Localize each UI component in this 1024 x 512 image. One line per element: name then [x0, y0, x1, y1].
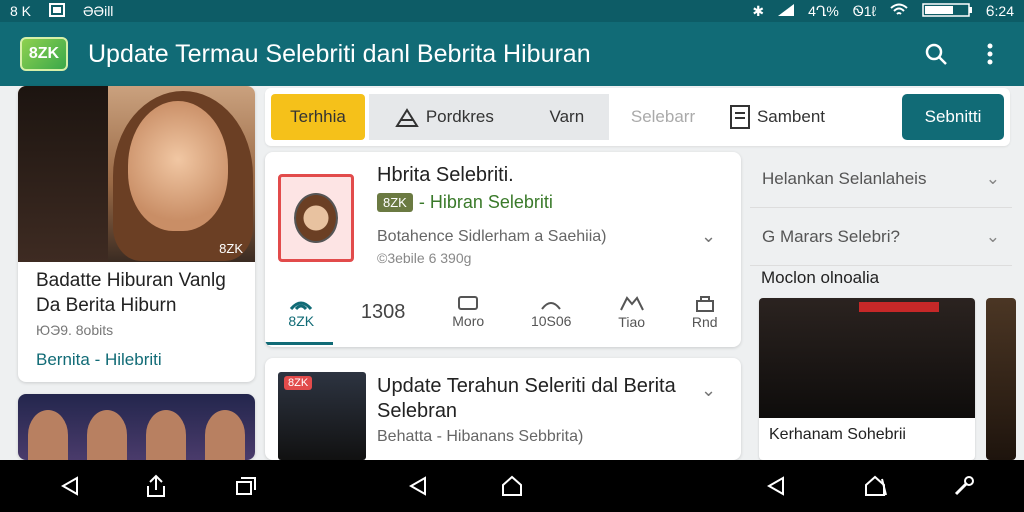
- arc-icon: [541, 302, 562, 310]
- article-meta: ©3ebile 6 390g: [377, 250, 472, 266]
- back-icon-2[interactable]: [406, 474, 430, 498]
- clock: Ꮾ:24: [986, 2, 1014, 19]
- side-row-1[interactable]: Helankan Selanlaheis ⌄: [750, 150, 1012, 208]
- action-moro[interactable]: Moro: [452, 295, 484, 329]
- side-media-caption: Kerhanam Sohebrii: [769, 426, 906, 443]
- app-bar: 8ZK Update Termau Selebriti danl Bebrita…: [0, 22, 1024, 86]
- article-thumbnail: 8ZK: [278, 372, 366, 460]
- secondary-article-card[interactable]: [18, 394, 255, 460]
- podium-icon: [395, 108, 419, 127]
- tab-label: Sambent: [756, 107, 826, 126]
- wrench-icon[interactable]: [952, 474, 976, 498]
- action-signal[interactable]: 8ZK: [288, 295, 314, 329]
- document-icon: [729, 105, 750, 129]
- signal-icon: [290, 301, 313, 311]
- action-10s06[interactable]: 10S06: [531, 295, 571, 329]
- tab-label: Selebarr: [630, 107, 696, 126]
- back-icon[interactable]: [58, 474, 82, 498]
- article-card-2[interactable]: 8ZK Update Terahun Seleriti dal Berita S…: [265, 358, 741, 460]
- more-options-icon[interactable]: [976, 40, 1004, 68]
- featured-headline: Badatte Hiburan Vanlg Da Berita Hiburn: [36, 270, 226, 316]
- battery-icon: [922, 2, 973, 20]
- battery-percent: 4Ղ%: [808, 2, 839, 19]
- action-label: Rnd: [691, 314, 718, 330]
- tab-terhhia[interactable]: Terhhia: [271, 94, 365, 140]
- action-label: Tiao: [618, 314, 646, 330]
- home-icon[interactable]: [500, 474, 524, 498]
- action-label: 10S06: [530, 313, 572, 329]
- app-title: Update Termau Selebriti danl Bebrita Hib…: [88, 39, 591, 68]
- status-bar: 8 K ƏƏill ✱ 4Ղ% Ꮻ1ℓ Ꮾ:24: [0, 0, 1024, 22]
- active-indicator: [265, 342, 333, 345]
- tab-selebarr[interactable]: Selebarr: [613, 94, 713, 140]
- side-heading: Moclon olnoalia: [761, 268, 880, 287]
- featured-source: Bernita - Hilebriti: [36, 350, 162, 369]
- article-card-1[interactable]: Hbrita Selebriti. 8ZK - Hibran Selebriti…: [265, 152, 741, 347]
- status-misc: Ꮻ1ℓ: [852, 2, 877, 19]
- tab-varn[interactable]: Varn: [550, 107, 585, 127]
- search-icon[interactable]: [922, 40, 950, 68]
- photo-tag: 8ZK: [219, 241, 243, 256]
- chevron-down-icon[interactable]: ⌄: [701, 380, 716, 401]
- chevron-down-icon: ⌄: [985, 226, 1000, 246]
- side-media-photo: [759, 298, 975, 418]
- thumbnail-chip: 8ZK: [284, 376, 313, 390]
- featured-meta: ЮЭ9. 8obits: [36, 322, 114, 338]
- chevron-down-icon: ⌄: [985, 168, 1000, 188]
- side-media-card-partial[interactable]: [986, 298, 1016, 460]
- source-badge: 8ZK: [377, 193, 413, 212]
- category-tabs: Terhhia Pordkres Varn Selebarr Sambent S…: [265, 88, 1010, 146]
- tab-label: Pordkres: [425, 107, 494, 126]
- lock-icon: [695, 296, 714, 312]
- article-source: 8ZK - Hibran Selebriti: [377, 192, 553, 213]
- side-media-card[interactable]: Kerhanam Sohebrii: [759, 298, 975, 460]
- navigation-bar: [0, 460, 1024, 512]
- hands-icon: [619, 296, 644, 311]
- signal-icon: [778, 3, 795, 19]
- side-row-label: G Marars Selebri?: [762, 226, 900, 246]
- action-label: 1308: [360, 300, 406, 323]
- featured-article-card[interactable]: 8ZK Badatte Hiburan Vanlg Da Berita Hibu…: [18, 86, 255, 382]
- share-icon[interactable]: [144, 474, 168, 498]
- tab-label: Terhhia: [290, 107, 346, 126]
- action-label: 8ZK: [288, 313, 315, 329]
- app-notification-icon: [49, 2, 66, 20]
- side-row-label: Helankan Selanlaheis: [762, 168, 927, 188]
- side-row-2[interactable]: G Marars Selebri? ⌄: [750, 208, 1012, 266]
- recents-icon[interactable]: [234, 474, 258, 498]
- wifi-icon: [890, 3, 908, 20]
- tab-label: Varn: [549, 107, 585, 126]
- article-description: Botahence Sidlerham a Saehiia): [377, 228, 607, 245]
- home-icon-2[interactable]: [864, 474, 888, 498]
- source-label: - Hibran Selebriti: [418, 192, 553, 212]
- article-title: Hbrita Selebriti.: [377, 164, 514, 186]
- tab-sebnitti-button[interactable]: Sebnitti: [902, 94, 1004, 140]
- action-label: Moro: [452, 313, 485, 329]
- featured-photo: 8ZK: [18, 86, 255, 262]
- action-rnd[interactable]: Rnd: [692, 294, 718, 330]
- app-logo: 8ZK: [20, 37, 68, 71]
- bluetooth-icon: ✱: [752, 2, 765, 19]
- status-app-text: ƏƏill: [83, 3, 114, 19]
- action-count[interactable]: 1308: [361, 301, 406, 324]
- tab-pordkres[interactable]: Pordkres: [394, 106, 494, 128]
- status-left-text: 8 K: [10, 3, 32, 19]
- tab-sambent[interactable]: Sambent: [717, 94, 837, 140]
- tab-group: Pordkres Varn: [369, 94, 609, 140]
- article-actions: 8ZK 1308 Moro 10S06 Tiao Rnd: [265, 287, 741, 337]
- article-title: Update Terahun Seleriti dal Berita Seleb…: [377, 375, 676, 422]
- chevron-down-icon[interactable]: ⌄: [701, 226, 716, 247]
- article-thumbnail: [278, 174, 354, 262]
- article-source: Behatta - Hibanans Sebbrita): [377, 428, 584, 445]
- action-tiao[interactable]: Tiao: [618, 294, 645, 330]
- box-icon: [458, 296, 479, 310]
- group-photo: [18, 410, 255, 460]
- tab-label: Sebnitti: [924, 107, 982, 126]
- back-icon-3[interactable]: [764, 474, 788, 498]
